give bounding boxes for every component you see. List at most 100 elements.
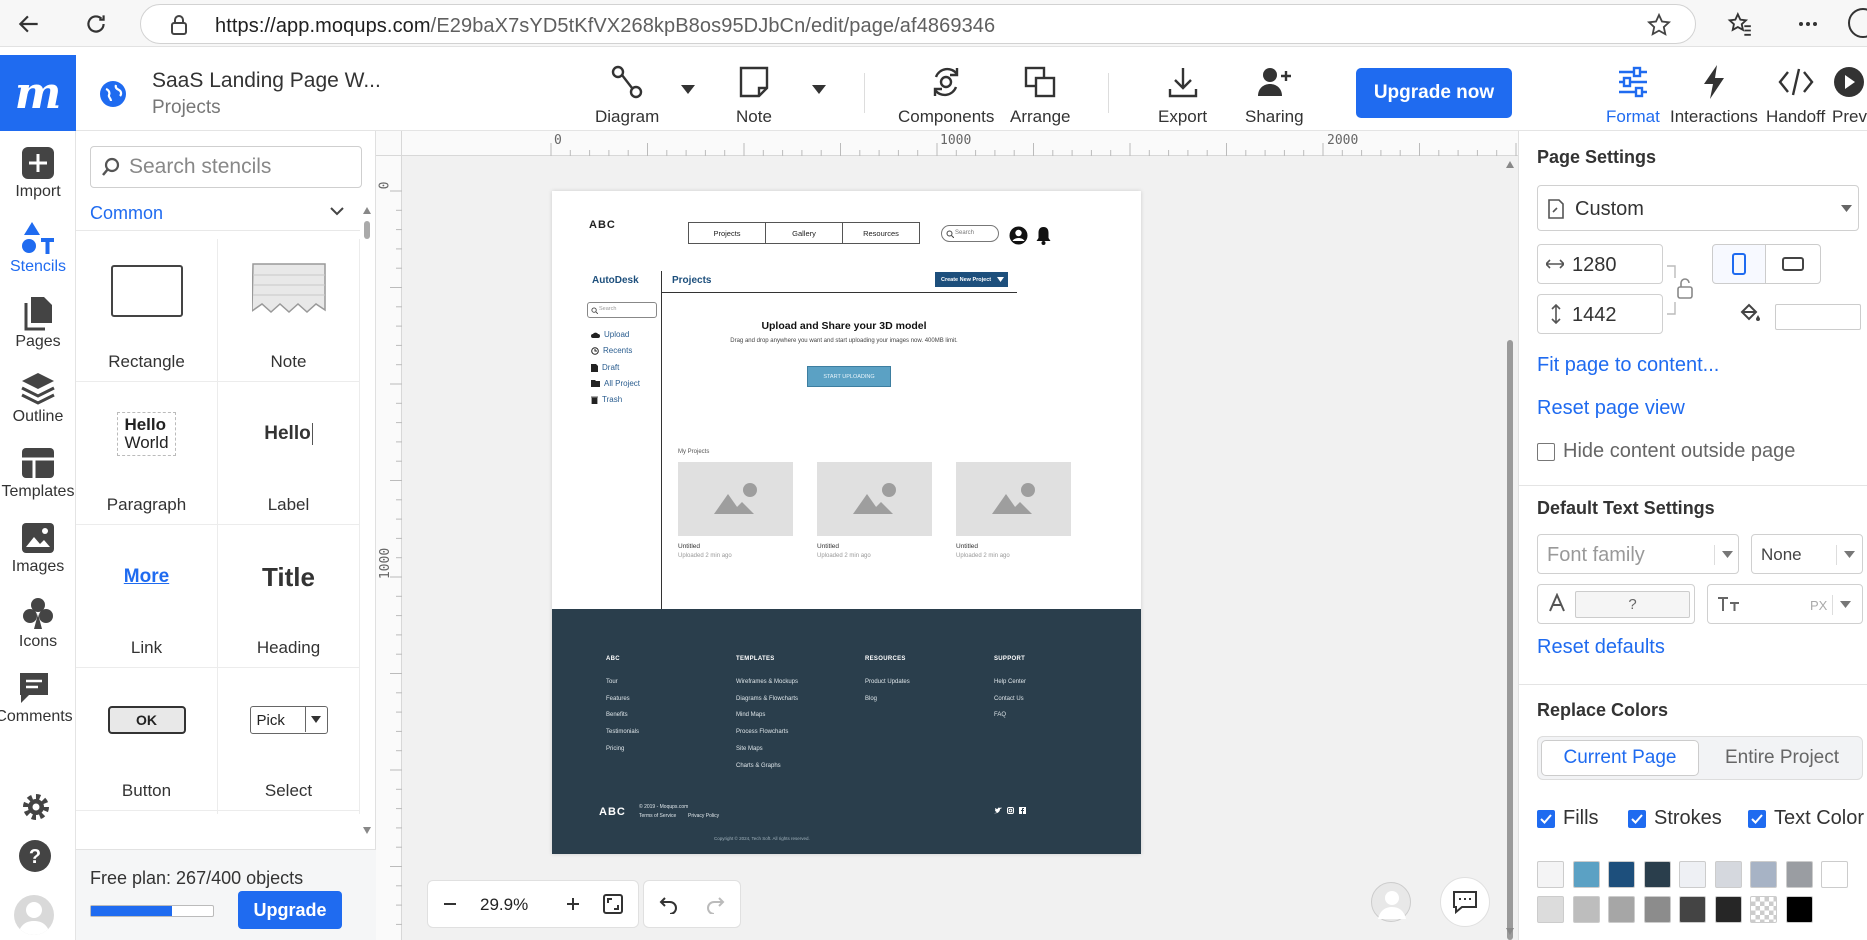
color-swatch[interactable] <box>1714 861 1742 888</box>
stencil-rectangle[interactable]: Rectangle <box>76 239 218 382</box>
rail-import[interactable]: Import <box>0 143 76 201</box>
mock-nav-projects[interactable]: Projects <box>688 222 766 244</box>
page-size-select[interactable]: Custom <box>1537 185 1859 231</box>
settings-gear-icon[interactable] <box>20 791 52 823</box>
twitter-icon[interactable] <box>994 807 1002 814</box>
diagram-button[interactable]: Diagram <box>595 61 659 127</box>
rail-stencils[interactable]: Stencils <box>0 218 76 276</box>
landscape-button[interactable] <box>1765 244 1821 284</box>
rail-comments[interactable]: Comments <box>0 668 73 726</box>
tab-current-page[interactable]: Current Page <box>1541 740 1699 776</box>
favorites-icon[interactable] <box>1722 6 1758 42</box>
color-swatch[interactable] <box>1750 896 1777 923</box>
canvas-area[interactable]: 0 1000 2000 0 1000 ABC Projects Gallery … <box>376 131 1518 940</box>
chat-button[interactable] <box>1440 877 1490 927</box>
canvas-scrollbar[interactable] <box>1502 156 1518 940</box>
color-swatch[interactable] <box>1572 896 1600 923</box>
mock-project-thumb[interactable] <box>678 462 793 536</box>
help-icon[interactable]: ? <box>18 839 52 873</box>
more-options-icon[interactable] <box>1790 6 1826 42</box>
stencil-search-input[interactable] <box>129 155 354 179</box>
color-swatch[interactable] <box>1608 861 1635 888</box>
note-button[interactable]: Note <box>736 61 772 127</box>
reset-defaults-link[interactable]: Reset defaults <box>1537 636 1665 659</box>
stencil-note[interactable]: Note <box>218 239 360 382</box>
text-color-swatch[interactable]: ? <box>1575 591 1690 618</box>
color-swatch[interactable] <box>1714 896 1742 923</box>
document-project[interactable]: Projects <box>152 97 221 119</box>
mock-footer[interactable]: ABC Tour Features Benefits Testimonials … <box>552 609 1141 854</box>
user-circle-icon[interactable] <box>1009 226 1028 245</box>
mock-create-button[interactable]: Create New Project <box>935 272 1008 287</box>
checkbox-checked[interactable] <box>1748 809 1766 828</box>
mock-upload-button[interactable]: START UPLOADING <box>807 366 891 387</box>
address-bar[interactable]: https://app.moqups.com/E29baX7sYD5tKfVX2… <box>140 4 1696 44</box>
mock-project-thumb[interactable] <box>956 462 1071 536</box>
diagram-dropdown-icon[interactable] <box>681 85 695 94</box>
page-height-field[interactable]: 1442 <box>1537 294 1663 334</box>
back-icon[interactable] <box>11 6 47 42</box>
preview-tab[interactable]: Previ <box>1832 61 1867 127</box>
color-swatch[interactable] <box>1643 861 1671 888</box>
mock-side-search[interactable]: Search <box>587 302 657 318</box>
design-page[interactable]: ABC Projects Gallery Resources Search Au… <box>552 191 1141 854</box>
mock-side-recents[interactable]: Recents <box>591 346 632 355</box>
mock-side-draft[interactable]: Draft <box>591 363 619 372</box>
font-size-field[interactable]: PX <box>1707 584 1863 624</box>
user-avatar[interactable] <box>14 895 54 935</box>
globe-icon[interactable] <box>99 80 127 108</box>
mock-side-all[interactable]: All Project <box>591 379 640 388</box>
checkbox-checked[interactable] <box>1537 809 1555 828</box>
stencil-button[interactable]: OK Button <box>76 668 218 811</box>
sharing-button[interactable]: Sharing <box>1245 61 1304 127</box>
rail-icons[interactable]: Icons <box>0 593 76 651</box>
color-swatch[interactable] <box>1679 896 1706 923</box>
collaborator-avatar[interactable] <box>1371 882 1411 922</box>
rail-pages[interactable]: Pages <box>0 293 76 351</box>
rail-images[interactable]: Images <box>0 518 76 576</box>
tab-entire-project[interactable]: Entire Project <box>1704 740 1860 776</box>
strokes-checkbox[interactable]: Strokes <box>1628 807 1722 830</box>
color-swatch[interactable] <box>1608 896 1635 923</box>
page-width-field[interactable]: 1280 <box>1537 244 1663 284</box>
mock-project-thumb[interactable] <box>817 462 932 536</box>
aspect-lock-icon[interactable] <box>1667 265 1697 315</box>
moqups-logo[interactable]: m <box>0 55 76 131</box>
upgrade-now-button[interactable]: Upgrade now <box>1356 68 1512 118</box>
fit-screen-button[interactable] <box>598 889 628 919</box>
color-swatch[interactable] <box>1643 896 1671 923</box>
stencil-next[interactable] <box>76 811 218 814</box>
redo-button[interactable] <box>700 889 730 919</box>
text-color-checkbox[interactable]: Text Color <box>1748 807 1867 830</box>
handoff-tab[interactable]: Handoff <box>1766 61 1825 127</box>
rail-templates[interactable]: Templates <box>0 443 76 501</box>
color-swatch[interactable] <box>1537 861 1564 888</box>
refresh-icon[interactable] <box>78 6 114 42</box>
profile-icon[interactable] <box>1848 8 1867 38</box>
components-button[interactable]: Components <box>898 61 994 127</box>
url-text[interactable]: https://app.moqups.com/E29baX7sYD5tKfVX2… <box>215 15 995 38</box>
mock-side-upload[interactable]: Upload <box>591 330 629 339</box>
stencil-label-item[interactable]: Hello Label <box>218 382 360 525</box>
color-swatch[interactable] <box>1785 896 1813 923</box>
font-style-select[interactable]: None <box>1751 534 1863 574</box>
stencil-select[interactable]: Pick Select <box>218 668 360 811</box>
stencil-scrollbar[interactable] <box>360 201 374 841</box>
hide-content-checkbox[interactable]: Hide content outside page <box>1537 440 1795 463</box>
stencil-search[interactable] <box>90 146 362 188</box>
mock-side-title[interactable]: AutoDesk <box>592 275 639 286</box>
zoom-level[interactable]: 29.9% <box>480 895 528 915</box>
mock-nav-resources[interactable]: Resources <box>842 222 920 244</box>
color-swatch[interactable] <box>1572 861 1600 888</box>
font-family-select[interactable]: Font family <box>1537 534 1739 574</box>
arrange-button[interactable]: Arrange <box>1010 61 1070 127</box>
rail-outline[interactable]: Outline <box>0 368 76 426</box>
category-selector[interactable]: Common <box>76 201 360 231</box>
mock-logo[interactable]: ABC <box>589 219 616 231</box>
text-color-field[interactable]: ? <box>1537 584 1695 624</box>
document-title[interactable]: SaaS Landing Page W... <box>152 69 381 93</box>
mock-nav-gallery[interactable]: Gallery <box>765 222 843 244</box>
upgrade-button[interactable]: Upgrade <box>238 891 342 929</box>
color-swatch[interactable] <box>1750 861 1777 888</box>
favorite-star-icon[interactable] <box>1647 13 1671 37</box>
